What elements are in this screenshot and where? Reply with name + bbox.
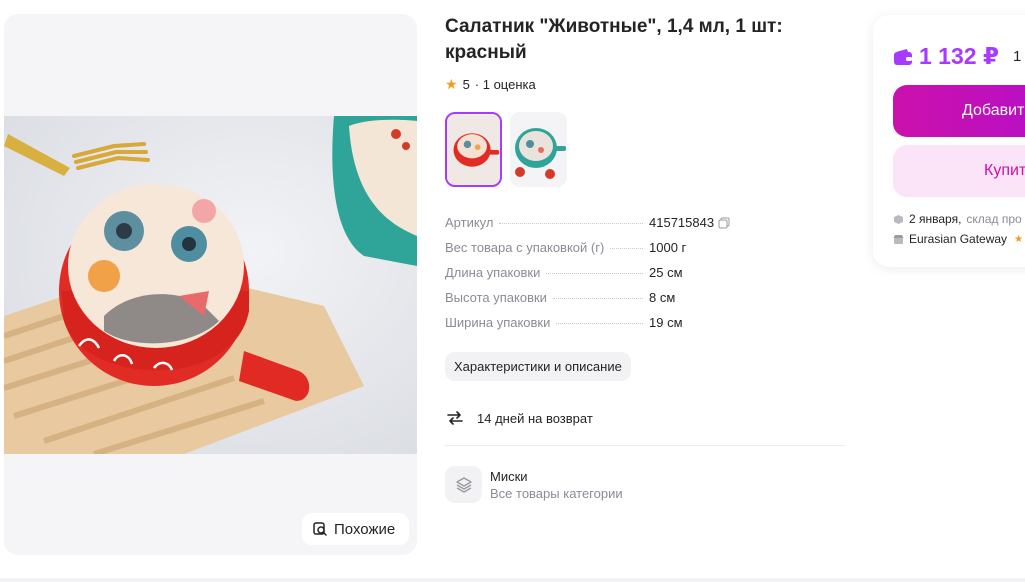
delivery-date: 2 января, — [909, 212, 962, 226]
spec-row-weight: Вес товара с упаковкой (г) 1000 г — [445, 240, 745, 265]
product-rating[interactable]: ★ 5 · 1 оценка — [445, 76, 845, 92]
box-icon — [893, 214, 904, 225]
copy-icon[interactable] — [718, 217, 730, 229]
rating-count: · 1 оценка — [474, 76, 536, 92]
seller-name: Eurasian Gateway — [909, 232, 1008, 246]
seller-info[interactable]: Eurasian Gateway ★ — [893, 232, 1023, 246]
spec-key: Длина упаковки — [445, 265, 541, 280]
spec-value: 19 см — [649, 315, 683, 330]
spec-value: 8 см — [649, 290, 676, 305]
buy-panel: 1 132 ₽ 1 1 Добавит Купит 2 января, скла… — [873, 15, 1025, 267]
spec-dots — [499, 223, 643, 224]
return-arrows-icon — [445, 408, 465, 428]
spec-value: 25 см — [649, 265, 683, 280]
wallet-icon — [893, 48, 913, 66]
variant-thumb-teal[interactable] — [510, 112, 567, 187]
characteristics-button[interactable]: Характеристики и описание — [445, 352, 631, 381]
buy-now-button[interactable]: Купит — [893, 145, 1025, 197]
spec-dots — [546, 273, 643, 274]
seller-star-icon: ★ — [1014, 233, 1024, 245]
star-icon: ★ — [445, 75, 458, 92]
color-variants — [445, 112, 845, 187]
category-text: Миски Все товары категории — [490, 468, 623, 502]
divider — [445, 445, 845, 446]
category-name: Миски — [490, 468, 528, 484]
delivery-store: склад про — [966, 212, 1022, 226]
search-similar-icon — [312, 521, 328, 537]
article-value: 415715843 — [649, 215, 715, 230]
category-all-link[interactable]: Все товары категории — [490, 485, 623, 502]
return-policy-text: 14 дней на возврат — [477, 410, 593, 426]
bowl-photo-image — [4, 116, 417, 454]
spec-value: 415715843 — [649, 215, 745, 230]
store-icon — [893, 234, 904, 245]
similar-label: Похожие — [334, 520, 396, 538]
category-link[interactable]: Миски Все товары категории — [445, 466, 845, 503]
product-info: Салатник "Животные", 1,4 мл, 1 шт: красн… — [445, 14, 845, 503]
price: 1 132 ₽ — [919, 43, 999, 69]
red-bowl-thumb-image — [447, 114, 500, 185]
spec-key: Высота упаковки — [445, 290, 547, 305]
spec-row-article: Артикул 415715843 — [445, 215, 745, 240]
spec-dots — [610, 248, 643, 249]
spec-dots — [552, 298, 643, 299]
price-row: 1 132 ₽ 1 1 — [893, 43, 1025, 70]
spec-list: Артикул 415715843 Вес товара с упаковкой… — [445, 215, 745, 340]
spec-row-width: Ширина упаковки 19 см — [445, 315, 745, 340]
layers-icon — [445, 466, 482, 503]
teal-bowl-thumb-image — [510, 112, 567, 187]
add-to-cart-button[interactable]: Добавит — [893, 85, 1025, 137]
rating-value: 5 — [462, 76, 470, 92]
spec-value: 1000 г — [649, 240, 687, 255]
variant-thumb-red[interactable] — [445, 112, 502, 187]
delivery-info: 2 января, склад про — [893, 212, 1022, 226]
old-price: 1 1 — [1012, 48, 1025, 65]
spec-row-length: Длина упаковки 25 см — [445, 265, 745, 290]
product-gallery: Похожие — [4, 14, 417, 555]
spec-dots — [556, 323, 643, 324]
main-product-photo[interactable] — [4, 116, 417, 454]
product-title: Салатник "Животные", 1,4 мл, 1 шт: красн… — [445, 16, 783, 63]
spec-row-height: Высота упаковки 8 см — [445, 290, 745, 315]
spec-key: Артикул — [445, 215, 494, 230]
spec-key: Вес товара с упаковкой (г) — [445, 240, 605, 255]
page-bottom-strip — [0, 578, 1025, 582]
return-policy: 14 дней на возврат — [445, 408, 845, 428]
spec-key: Ширина упаковки — [445, 315, 551, 330]
similar-button[interactable]: Похожие — [302, 513, 410, 545]
